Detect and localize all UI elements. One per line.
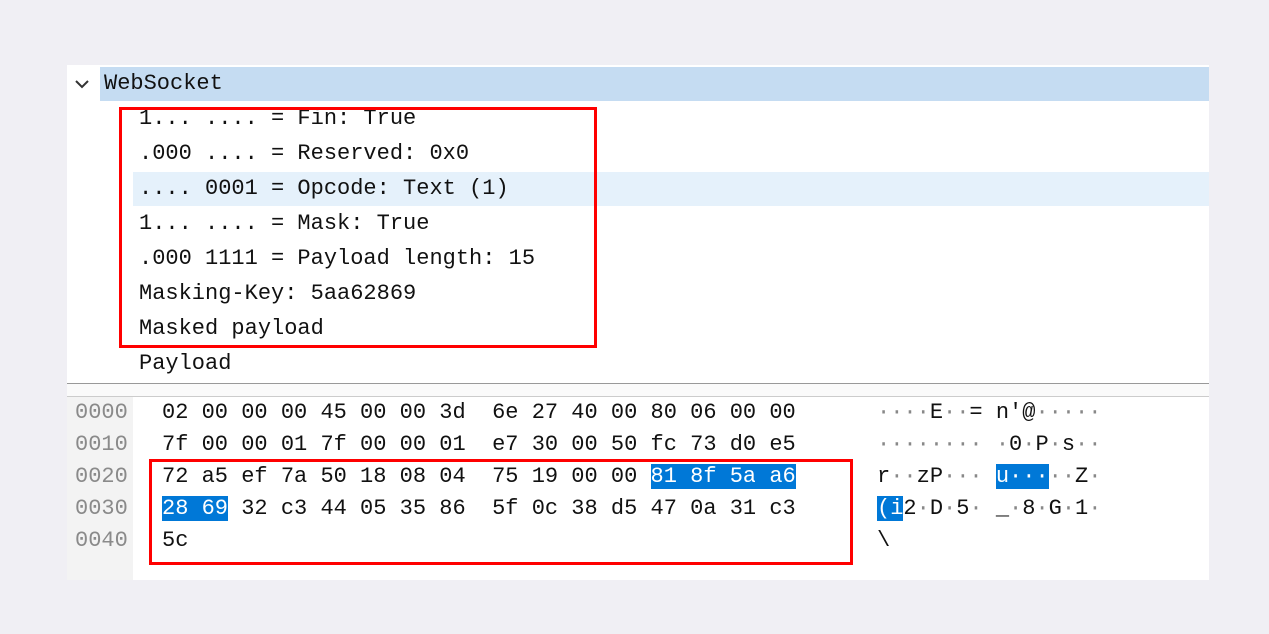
hex-byte[interactable]: 73 — [690, 432, 716, 457]
hex-offset: 0010 — [75, 432, 128, 457]
hex-byte[interactable]: 3d — [439, 400, 465, 425]
hex-offset: 0030 — [75, 496, 128, 521]
hex-byte[interactable]: 00 — [400, 400, 426, 425]
hex-offset: 0040 — [75, 528, 128, 553]
hex-byte[interactable]: fc — [651, 432, 677, 457]
tree-item-label: WebSocket — [100, 67, 1209, 101]
hex-offset: 0000 — [75, 400, 128, 425]
tree-item-field[interactable]: Payload — [139, 347, 231, 381]
ascii-dump[interactable]: ····E··= n'@····· — [877, 397, 1101, 429]
hex-byte[interactable]: 01 — [281, 432, 307, 457]
hex-byte[interactable]: 00 — [360, 400, 386, 425]
ascii-dump[interactable]: ········ ·0·P·s·· — [877, 429, 1101, 461]
hex-row: 0000 02 00 00 00 45 00 00 3d 6e 27 40 00 … — [67, 397, 1209, 429]
hex-byte[interactable]: 50 — [611, 432, 637, 457]
hex-byte[interactable]: 00 — [202, 432, 228, 457]
pane-splitter[interactable] — [67, 383, 1209, 397]
ascii-dump[interactable]: \ — [877, 525, 890, 557]
hex-byte[interactable]: 7f — [320, 432, 346, 457]
hex-byte[interactable]: 01 — [439, 432, 465, 457]
packet-details-panel: WebSocket 1... .... = Fin: True .000 ....… — [67, 65, 1209, 580]
hex-byte[interactable]: 30 — [532, 432, 558, 457]
hex-byte[interactable]: 27 — [532, 400, 558, 425]
ascii-dump[interactable]: r··zP··· u·····Z· — [877, 461, 1101, 493]
hex-offset: 0020 — [75, 464, 128, 489]
annotation-box-header-fields — [119, 107, 597, 348]
hex-byte[interactable]: 00 — [241, 400, 267, 425]
hex-byte[interactable]: 7f — [162, 432, 188, 457]
hex-byte[interactable]: 00 — [202, 400, 228, 425]
hex-byte[interactable]: 6e — [492, 400, 518, 425]
hex-row: 0010 7f 00 00 01 7f 00 00 01 e7 30 00 50 … — [67, 429, 1209, 461]
hex-bytes[interactable]: 7f 00 00 01 7f 00 00 01 e7 30 00 50 fc 7… — [162, 429, 796, 461]
hex-byte[interactable]: e7 — [492, 432, 518, 457]
hex-byte[interactable]: 02 — [162, 400, 188, 425]
hex-byte[interactable]: 00 — [281, 400, 307, 425]
hex-byte[interactable]: 00 — [400, 432, 426, 457]
hex-byte[interactable]: 45 — [320, 400, 346, 425]
ascii-dump[interactable]: (i2·D·5· _·8·G·1· — [877, 493, 1101, 525]
hex-byte[interactable]: 00 — [571, 432, 597, 457]
hex-byte[interactable]: d0 — [730, 432, 756, 457]
hex-byte[interactable]: e5 — [769, 432, 795, 457]
hex-byte[interactable]: 00 — [360, 432, 386, 457]
chevron-down-icon[interactable] — [71, 73, 93, 95]
tree-item-websocket[interactable]: WebSocket — [67, 67, 1209, 101]
annotation-box-payload-bytes — [149, 459, 853, 565]
hex-byte[interactable]: 06 — [690, 400, 716, 425]
hex-byte[interactable]: 00 — [611, 400, 637, 425]
hex-byte[interactable]: 00 — [769, 400, 795, 425]
hex-byte[interactable]: 40 — [571, 400, 597, 425]
hex-bytes[interactable]: 02 00 00 00 45 00 00 3d 6e 27 40 00 80 0… — [162, 397, 796, 429]
hex-byte[interactable]: 00 — [730, 400, 756, 425]
hex-byte[interactable]: 00 — [241, 432, 267, 457]
hex-byte[interactable]: 80 — [651, 400, 677, 425]
